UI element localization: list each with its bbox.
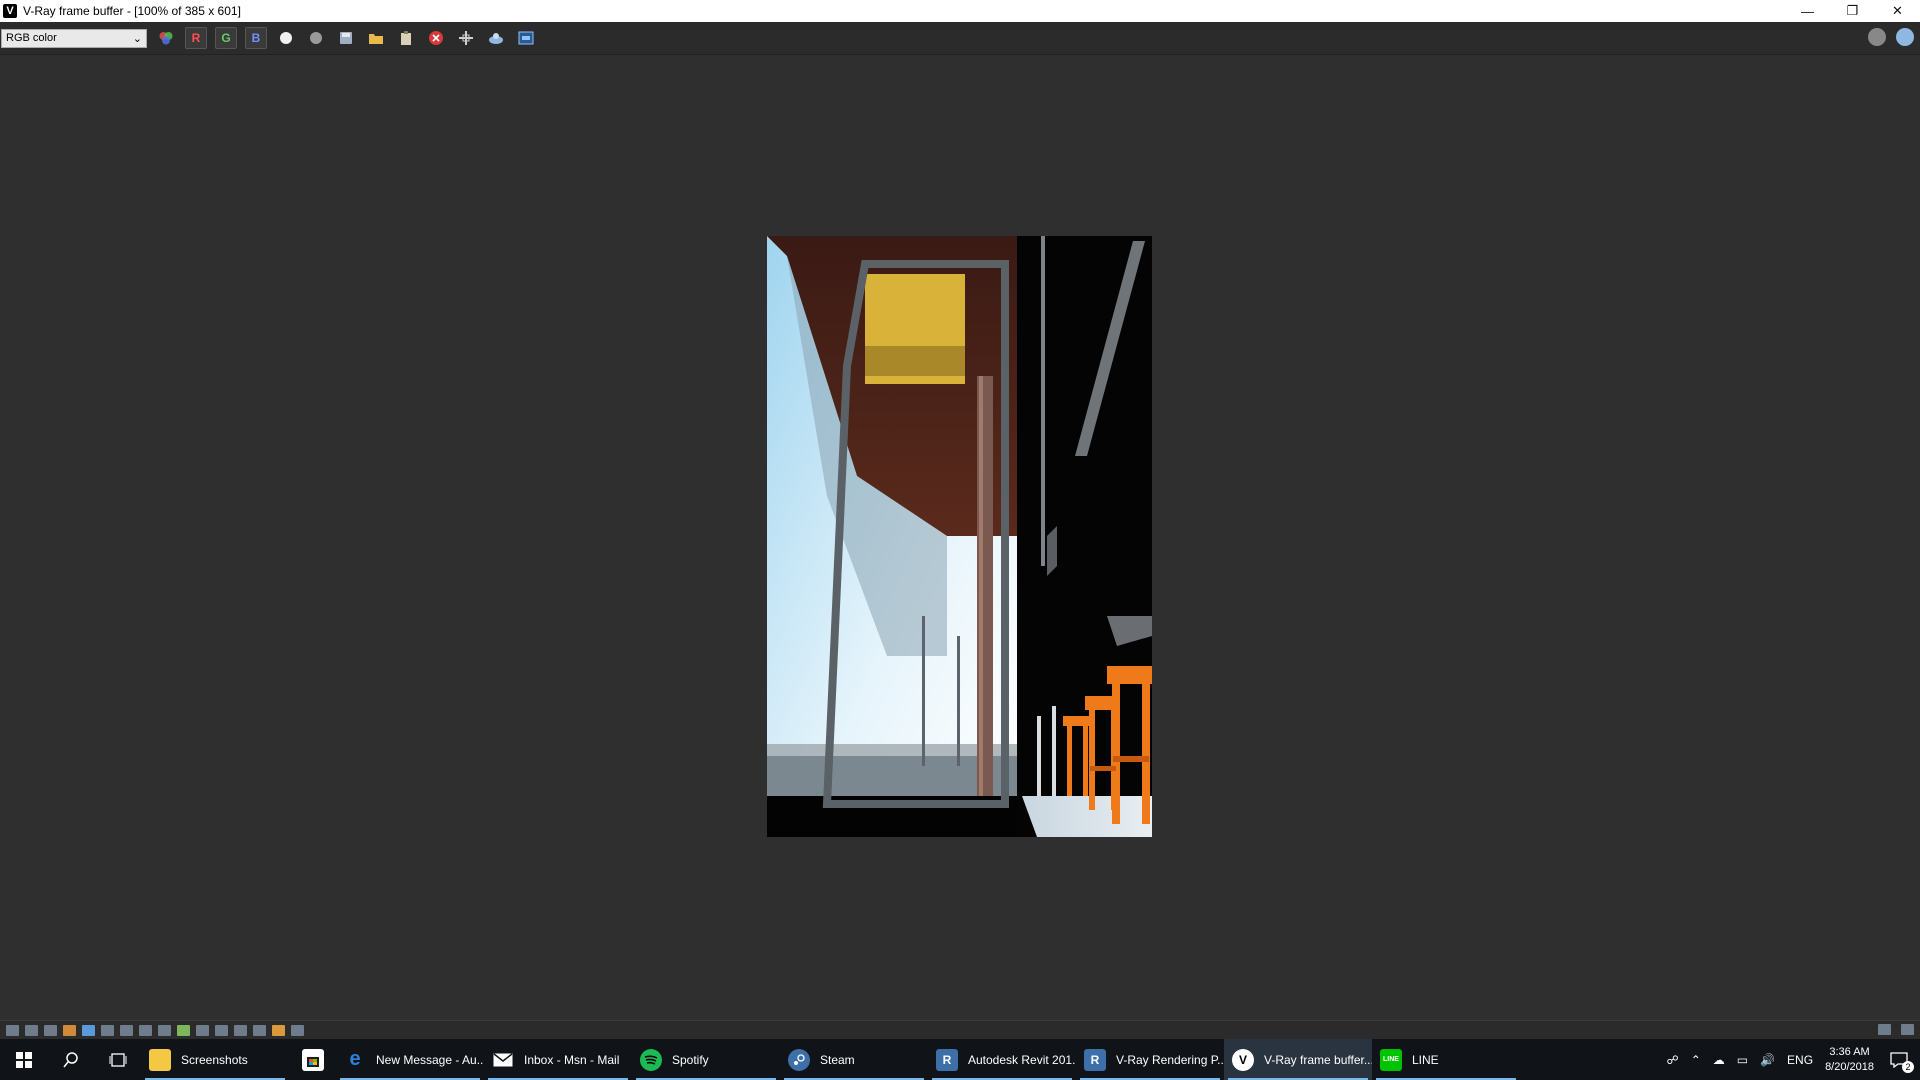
curves-icon[interactable] [139, 1025, 152, 1036]
clock[interactable]: 3:36 AM 8/20/2018 [1825, 1045, 1874, 1075]
toolbar-right-icons [1868, 28, 1914, 46]
minimize-button[interactable]: — [1785, 0, 1830, 22]
icc-icon[interactable] [215, 1025, 228, 1036]
task-view-icon [109, 1052, 126, 1067]
search-button[interactable] [47, 1039, 94, 1080]
onedrive-icon[interactable]: ☁ [1713, 1053, 1725, 1067]
taskbar-item-label: V-Ray frame buffer... [1264, 1052, 1372, 1067]
title-bar: V V-Ray frame buffer - [100% of 385 x 60… [0, 0, 1920, 22]
blue-channel-button[interactable]: B [245, 27, 267, 49]
taskbar-item-vray-frame-buffer[interactable]: V V-Ray frame buffer... [1224, 1039, 1372, 1080]
save-icon[interactable] [335, 27, 357, 49]
taskbar-item-label: Autodesk Revit 201... [968, 1052, 1076, 1067]
volume-icon[interactable]: 🔊 [1760, 1053, 1775, 1067]
taskbar-item-store[interactable] [289, 1039, 336, 1080]
taskbar-item-label: New Message - Au... [376, 1052, 484, 1067]
restore-button[interactable]: ❐ [1830, 0, 1875, 22]
taskbar-item-line[interactable]: LINE LINE [1372, 1039, 1520, 1080]
windows-logo-icon [15, 1051, 32, 1068]
region-render-icon[interactable] [455, 27, 477, 49]
revit-icon: R [1084, 1048, 1106, 1071]
clear-icon[interactable] [395, 27, 417, 49]
channel-select[interactable]: RGB color ⌄ [1, 28, 147, 48]
taskbar-item-steam[interactable]: Steam [780, 1039, 928, 1080]
network-icon[interactable]: ▭ [1737, 1053, 1748, 1067]
render-scene [767, 236, 1152, 837]
taskbar-item-screenshots[interactable]: Screenshots [141, 1039, 289, 1080]
load-icon[interactable] [365, 27, 387, 49]
taskbar-item-label: Steam [820, 1052, 855, 1067]
vfb-settings-icon[interactable] [515, 27, 537, 49]
taskbar-item-label: Screenshots [181, 1052, 248, 1067]
taskbar-item-edge[interactable]: e New Message - Au... [336, 1039, 484, 1080]
stop-icon[interactable] [425, 27, 447, 49]
window-title: V-Ray frame buffer - [100% of 385 x 601] [23, 4, 241, 18]
windows-taskbar: Screenshots e New Message - Au... Inbox … [0, 1039, 1920, 1080]
search-icon [62, 1051, 78, 1067]
levels-icon[interactable] [120, 1025, 133, 1036]
history-icon[interactable] [6, 1025, 19, 1036]
teapot-icon[interactable] [1896, 28, 1914, 46]
vray-logo-icon: V [3, 4, 17, 18]
lens-effects-icon[interactable] [1868, 28, 1886, 46]
chevron-down-icon: ⌄ [132, 32, 142, 45]
color-balance-icon[interactable] [158, 1025, 171, 1036]
vfb-toolbar: RGB color ⌄ R G B [0, 22, 1920, 55]
lut-icon[interactable] [177, 1025, 190, 1036]
collapse-icon[interactable] [1901, 1024, 1914, 1035]
notification-count: 2 [1902, 1060, 1914, 1073]
taskbar-item-label: Inbox - Msn - Mail [524, 1052, 620, 1067]
clock-time: 3:36 AM [1829, 1045, 1870, 1058]
people-icon[interactable]: ☍ [1667, 1053, 1679, 1067]
language-indicator[interactable]: ENG [1787, 1053, 1813, 1067]
render-viewport [0, 55, 1920, 1020]
taskbar-item-label: V-Ray Rendering P... [1116, 1052, 1224, 1067]
chevron-up-icon[interactable]: ⌃ [1691, 1053, 1701, 1067]
ocio-icon[interactable] [196, 1025, 209, 1036]
taskbar-item-vray-rendering[interactable]: R V-Ray Rendering P... [1076, 1039, 1224, 1080]
stamp-icon[interactable] [272, 1025, 285, 1036]
taskbar-item-revit[interactable]: R Autodesk Revit 201... [928, 1039, 1076, 1080]
channel-select-value: RGB color [6, 32, 57, 44]
line-icon: LINE [1380, 1048, 1402, 1071]
rendered-image [767, 236, 1152, 837]
store-icon [301, 1048, 324, 1071]
taskbar-item-spotify[interactable]: Spotify [632, 1039, 780, 1080]
compare-icon[interactable] [234, 1025, 247, 1036]
action-center-button[interactable]: 2 [1886, 1047, 1914, 1073]
red-channel-button[interactable]: R [185, 27, 207, 49]
window-controls: — ❐ ✕ [1785, 0, 1920, 22]
exposure-icon[interactable] [63, 1025, 76, 1036]
folder-icon [149, 1048, 171, 1071]
revit-icon: R [936, 1048, 958, 1071]
clock-date: 8/20/2018 [1825, 1060, 1874, 1073]
status-right [1878, 1024, 1914, 1035]
taskbar-item-label: LINE [1412, 1052, 1439, 1067]
mail-icon [492, 1049, 514, 1071]
white-balance-icon[interactable] [82, 1025, 95, 1036]
close-button[interactable]: ✕ [1875, 0, 1920, 22]
alpha-channel-icon[interactable] [275, 27, 297, 49]
info-icon[interactable] [44, 1025, 57, 1036]
taskbar-item-label: Spotify [672, 1052, 709, 1067]
green-channel-button[interactable]: G [215, 27, 237, 49]
layers-icon[interactable] [25, 1025, 38, 1036]
taskbar-item-mail[interactable]: Inbox - Msn - Mail [484, 1039, 632, 1080]
lens-icon[interactable] [291, 1025, 304, 1036]
color-corrections-icon[interactable] [155, 27, 177, 49]
spotify-icon [640, 1048, 662, 1071]
start-button[interactable] [0, 1039, 47, 1080]
vfb-status-bar [0, 1020, 1920, 1040]
edge-icon: e [349, 1048, 361, 1070]
steam-icon [788, 1048, 810, 1071]
system-tray: ☍ ⌃ ☁ ▭ 🔊 ENG 3:36 AM 8/20/2018 2 [1667, 1039, 1920, 1080]
render-last-icon[interactable] [485, 27, 507, 49]
vray-icon: V [1232, 1048, 1254, 1071]
task-view-button[interactable] [94, 1039, 141, 1080]
ab-compare-icon[interactable] [253, 1025, 266, 1036]
hsl-icon[interactable] [101, 1025, 114, 1036]
monochrome-icon[interactable] [305, 27, 327, 49]
fullscreen-icon[interactable] [1878, 1024, 1891, 1035]
